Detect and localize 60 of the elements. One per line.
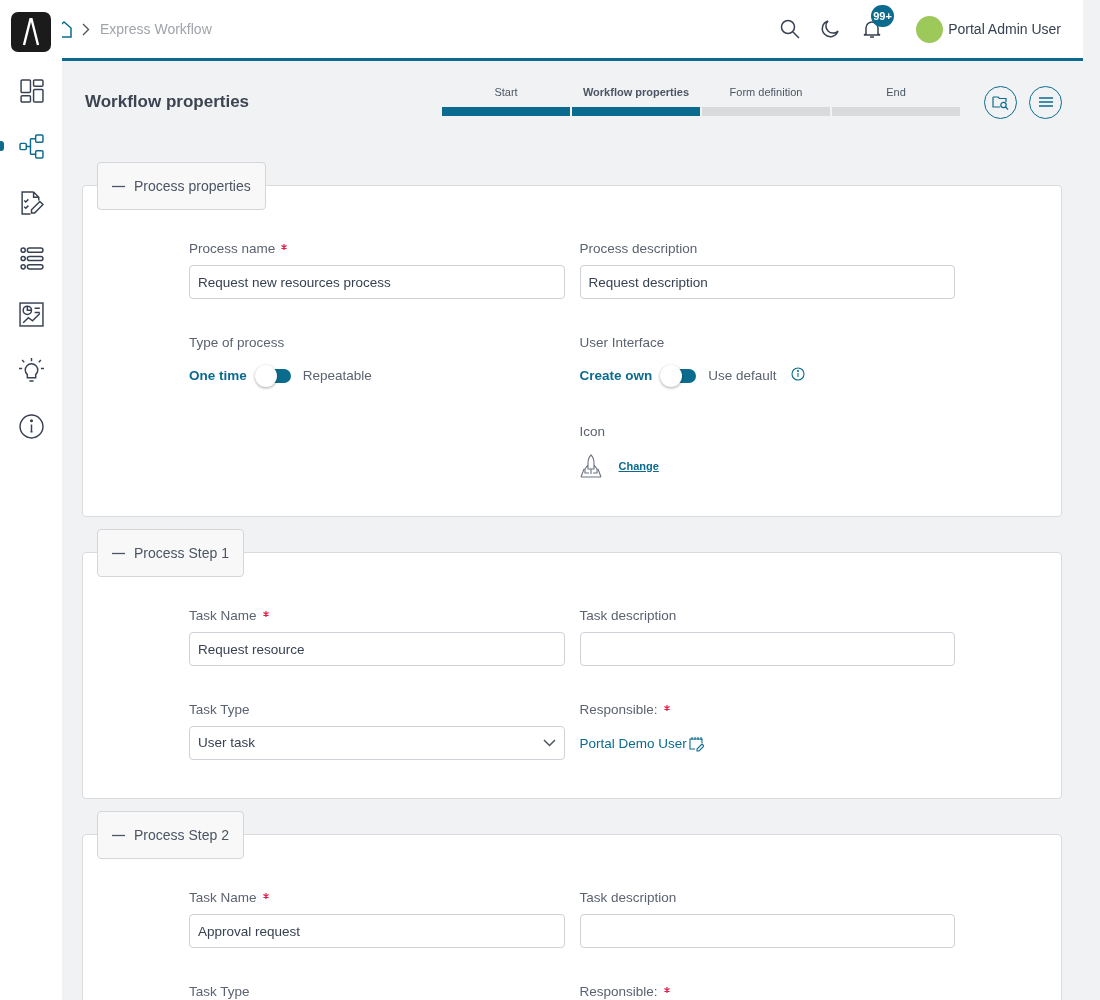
workflow-icon	[18, 133, 44, 159]
option-label[interactable]: Use default	[708, 365, 777, 387]
field-label: Task Name	[189, 606, 257, 625]
chevron-down-icon	[542, 739, 556, 747]
text-field[interactable]: Request new resources process	[189, 265, 565, 299]
chevron-icon	[82, 22, 90, 36]
field-label: Task description	[579, 606, 677, 625]
field-label: Task Type	[189, 700, 250, 719]
field-label: User Interface	[579, 333, 665, 352]
search-icon	[780, 19, 801, 39]
user-name[interactable]: Portal Admin User	[948, 18, 1061, 40]
dark-mode-button[interactable]	[820, 19, 841, 39]
step-label[interactable]: Start	[494, 84, 518, 101]
notifications-button[interactable]: 99+	[862, 5, 893, 39]
step-label[interactable]: Form definition	[729, 84, 803, 101]
text-field[interactable]	[579, 632, 955, 666]
bell-icon	[862, 19, 883, 39]
option-label[interactable]: Repeatable	[302, 365, 372, 387]
field-label: Icon	[579, 422, 606, 441]
step-label[interactable]: Workflow properties	[582, 84, 690, 101]
notification-badge: 99+	[871, 5, 894, 27]
edit-calendar-icon[interactable]	[688, 736, 704, 752]
toggle-switch[interactable]	[660, 365, 697, 387]
moon-icon	[820, 19, 841, 39]
field-label: Process name	[189, 239, 276, 258]
option-label[interactable]: One time	[189, 365, 247, 387]
field-label: Responsible:	[579, 700, 658, 719]
section-header[interactable]: Process Step 1	[97, 529, 244, 577]
section-header[interactable]: Process properties	[97, 162, 266, 210]
section-header[interactable]: Process Step 2	[97, 811, 244, 859]
dashboard-icon	[18, 77, 44, 103]
text-field[interactable]	[579, 914, 955, 948]
search-button[interactable]	[780, 19, 801, 39]
report-chart-icon	[18, 301, 44, 327]
option-label[interactable]: Create own	[579, 365, 653, 387]
info-icon	[18, 413, 44, 439]
field-label: Task Name	[189, 888, 257, 907]
field-label: Type of process	[189, 333, 285, 352]
home-icon[interactable]	[62, 20, 72, 38]
info-icon[interactable]	[790, 367, 805, 381]
text-field[interactable]: Approval request	[189, 914, 565, 948]
text-field[interactable]: Request description	[579, 265, 955, 299]
user-link[interactable]: Portal Demo User	[579, 734, 687, 755]
field-label: Task description	[579, 888, 677, 907]
menu-icon	[1038, 97, 1053, 107]
lightbulb-icon	[18, 357, 44, 383]
page-title: Workflow properties	[84, 91, 250, 114]
field-label: Process description	[579, 239, 698, 258]
toggle-switch[interactable]	[254, 365, 291, 387]
field-label: Task Type	[189, 982, 250, 1000]
list-icon	[18, 245, 44, 271]
checklist-edit-icon	[18, 189, 44, 215]
folder-search-icon	[992, 94, 1009, 110]
change-link[interactable]: Change	[618, 457, 659, 475]
text-field[interactable]: Request resource	[189, 632, 565, 666]
app-logo[interactable]	[11, 12, 51, 52]
step-label[interactable]: End	[886, 84, 906, 101]
field-label: Responsible:	[579, 982, 658, 1000]
select-field[interactable]: User task	[189, 726, 565, 760]
rocket-icon	[579, 454, 602, 478]
